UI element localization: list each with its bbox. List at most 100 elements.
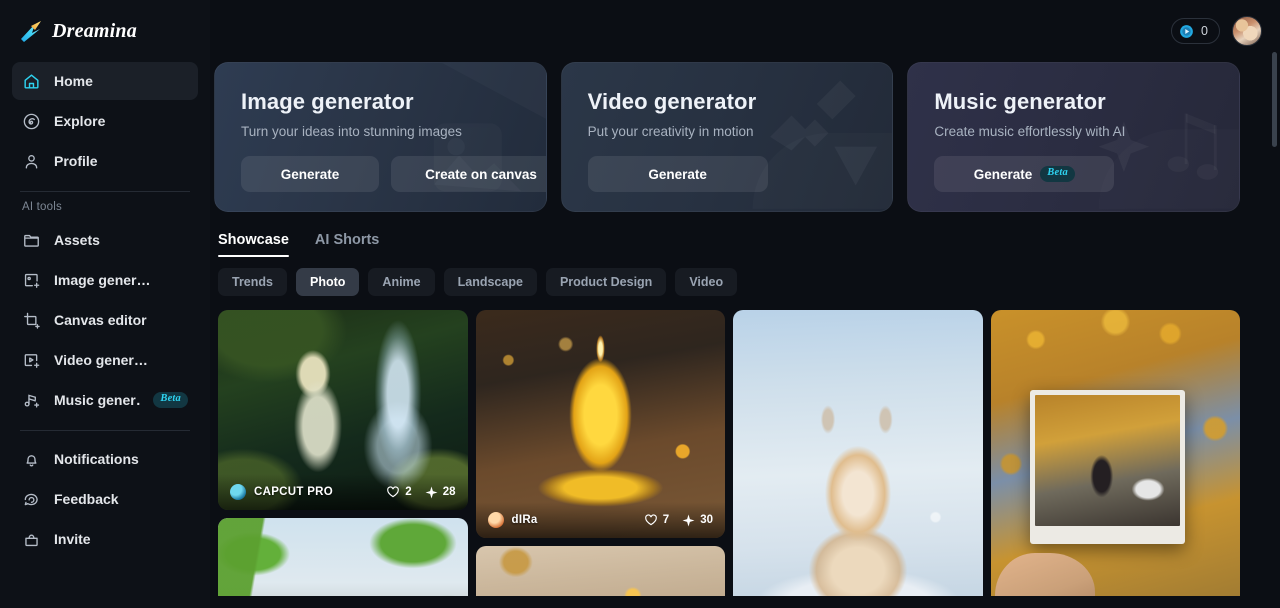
artwork-autumn-polaroid [990, 310, 1240, 596]
heart-icon [644, 514, 657, 526]
sidebar-item-music-generator[interactable]: Music gener… Beta [12, 381, 198, 419]
sidebar-item-home[interactable]: Home [12, 62, 198, 100]
sidebar-item-profile-label: Profile [54, 153, 98, 169]
sidebar-item-invite[interactable]: Invite [12, 520, 198, 558]
credits-count: 0 [1201, 24, 1208, 38]
sidebar-item-invite-label: Invite [54, 531, 91, 547]
gallery-column [733, 310, 983, 596]
hero-card-image-generator[interactable]: Image generator Turn your ideas into stu… [214, 62, 547, 212]
compass-icon [23, 113, 40, 129]
brand-name: Dreamina [52, 19, 137, 42]
tab-showcase[interactable]: Showcase [218, 232, 289, 257]
brand-logo[interactable]: Dreamina [12, 0, 198, 62]
hero-card-video-generator[interactable]: Video generator Put your creativity in m… [560, 62, 894, 212]
sparkle-count: 28 [442, 486, 456, 498]
sidebar-item-notifications[interactable]: Notifications [12, 440, 198, 478]
sidebar-item-video-generator-label: Video gener… [54, 352, 148, 368]
category-filter-chips: Trends Photo Anime Landscape Product Des… [210, 257, 1260, 296]
tile-author[interactable]: CAPCUT PRO [230, 484, 386, 500]
gallery-column [990, 310, 1240, 596]
hero-image-buttons: Generate Create on canvas [241, 156, 546, 192]
app-root: Dreamina Home Explore Profile AI tools A… [0, 0, 1280, 608]
sidebar-item-video-generator[interactable]: Video gener… [12, 341, 198, 379]
music-note-plus-icon [24, 393, 40, 408]
like-stat[interactable]: 2 [386, 485, 412, 499]
image-create-on-canvas-button[interactable]: Create on canvas [391, 156, 546, 192]
sidebar-divider-top [20, 191, 190, 192]
tile-meta: dIRa 7 30 [475, 502, 725, 538]
sidebar-item-image-generator[interactable]: Image gener… [12, 261, 198, 299]
sparkle-icon [425, 486, 438, 498]
gallery-tile[interactable]: dIRa 7 30 [475, 310, 725, 538]
top-bar: 0 [210, 0, 1280, 62]
hero-music-buttons: Generate Beta [934, 156, 1213, 192]
chip-video[interactable]: Video [675, 268, 738, 296]
sparkle-stat[interactable]: 28 [425, 486, 456, 499]
section-tabs: Showcase AI Shorts [210, 212, 1260, 257]
like-stat[interactable]: 7 [644, 513, 669, 527]
chip-anime[interactable]: Anime [368, 268, 435, 296]
sidebar-music-beta-badge: Beta [153, 392, 188, 408]
sidebar-item-explore-label: Explore [54, 113, 106, 129]
chip-product-design[interactable]: Product Design [545, 268, 667, 296]
sidebar-item-music-generator-label: Music gener… [54, 392, 141, 408]
sidebar-item-feedback[interactable]: Feedback [12, 480, 198, 518]
canvas-icon [24, 312, 40, 329]
chat-bubble-icon [24, 493, 38, 505]
hero-video-title: Video generator [587, 89, 757, 114]
avatar[interactable] [1232, 16, 1262, 46]
gallery-tile[interactable] [475, 546, 725, 596]
sidebar-item-canvas-editor[interactable]: Canvas editor [12, 301, 198, 339]
tab-ai-shorts[interactable]: AI Shorts [315, 232, 379, 257]
video-generate-button[interactable]: Generate [587, 156, 768, 192]
author-name: CAPCUT PRO [254, 486, 334, 498]
sidebar-item-image-generator-label: Image gener… [54, 272, 151, 288]
music-generate-beta-badge: Beta [1040, 166, 1075, 182]
sparkle-icon [682, 514, 695, 526]
sidebar-item-feedback-label: Feedback [54, 491, 119, 507]
gallery-tile[interactable] [990, 310, 1240, 596]
sparkle-stat[interactable]: 30 [682, 514, 713, 527]
sidebar-item-assets[interactable]: Assets [12, 221, 198, 259]
tile-stats: 7 30 [644, 513, 713, 527]
sidebar-item-home-label: Home [54, 73, 93, 89]
image-generate-button[interactable]: Generate [241, 156, 379, 192]
dreamina-swoosh-logo [21, 21, 41, 42]
hero-card-music-generator[interactable]: Music generator Create music effortlessl… [907, 62, 1241, 212]
artwork-snow-fox [733, 310, 983, 596]
chip-photo[interactable]: Photo [296, 268, 360, 296]
like-count: 2 [405, 486, 412, 498]
hero-image-title: Image generator [241, 89, 414, 114]
music-generate-button[interactable]: Generate Beta [934, 156, 1115, 192]
video-plus-icon [24, 353, 40, 368]
hero-music-title: Music generator [934, 89, 1106, 114]
tile-meta: CAPCUT PRO 2 28 [218, 474, 468, 510]
hero-video-buttons: Generate [587, 156, 867, 192]
chip-landscape[interactable]: Landscape [443, 268, 537, 296]
gallery-tile[interactable] [733, 310, 983, 596]
hero-image-subtitle: Turn your ideas into stunning images [241, 124, 462, 139]
sidebar-item-canvas-editor-label: Canvas editor [54, 312, 147, 328]
sidebar-divider-bottom [20, 430, 190, 431]
sidebar-group-title: AI tools [22, 201, 62, 213]
credits-pill[interactable]: 0 [1171, 18, 1220, 44]
sidebar-item-explore[interactable]: Explore [12, 102, 198, 140]
sidebar-item-profile[interactable]: Profile [12, 142, 198, 180]
folder-icon [24, 234, 39, 247]
artwork-interior-room [475, 546, 725, 596]
page-scrollbar[interactable] [1272, 52, 1277, 147]
tile-author[interactable]: dIRa [487, 512, 644, 528]
author-avatar [487, 512, 504, 528]
sparkle-count: 30 [700, 514, 713, 526]
bell-icon [26, 454, 37, 466]
hero-music-subtitle: Create music effortlessly with AI [934, 124, 1126, 139]
polaroid-photo [1035, 394, 1181, 526]
sidebar-item-notifications-label: Notifications [54, 451, 139, 467]
like-count: 7 [662, 514, 670, 526]
music-generate-label: Generate [973, 166, 1033, 182]
heart-icon [387, 486, 400, 498]
author-name: dIRa [511, 514, 538, 526]
gallery-tile[interactable]: CAPCUT PRO 2 28 [218, 310, 468, 510]
gallery-tile[interactable] [218, 518, 468, 596]
chip-trends[interactable]: Trends [218, 268, 287, 296]
